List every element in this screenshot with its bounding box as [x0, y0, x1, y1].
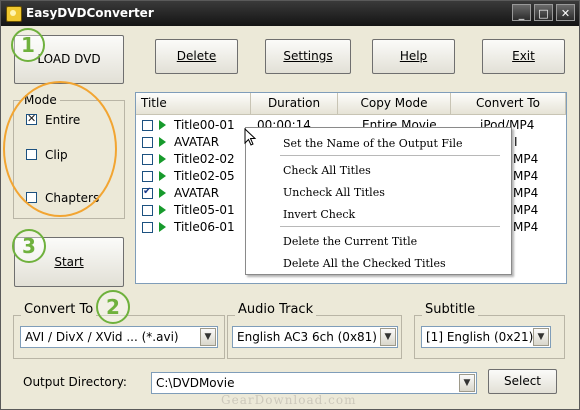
- mode-highlight-ellipse: [3, 81, 117, 217]
- menu-item-invert-check[interactable]: Invert Check: [283, 208, 355, 221]
- row-checkbox[interactable]: [142, 137, 153, 148]
- play-icon[interactable]: [159, 137, 166, 147]
- menu-item-check-all[interactable]: Check All Titles: [283, 164, 371, 177]
- exit-label: Exit: [512, 49, 535, 63]
- row-title: Title00-01: [174, 118, 235, 132]
- column-header-title[interactable]: Title: [136, 93, 251, 115]
- convert-to-value: AVI / DivX / XVid ... (*.avi): [25, 330, 179, 344]
- audio-track-value: English AC3 6ch (0x81): [237, 330, 377, 344]
- row-convert-to: MP4: [513, 203, 539, 217]
- play-icon[interactable]: [159, 154, 166, 164]
- step-1-marker: 1: [11, 28, 45, 62]
- delete-button[interactable]: Delete: [155, 39, 238, 74]
- chevron-down-icon[interactable]: ▼: [380, 328, 396, 346]
- output-directory-value: C:\DVDMovie: [156, 376, 235, 390]
- row-checkbox[interactable]: [142, 186, 153, 199]
- play-icon[interactable]: [159, 205, 166, 215]
- maximize-button[interactable]: □: [534, 4, 553, 21]
- exit-button[interactable]: Exit: [482, 39, 565, 74]
- row-title: Title05-01: [174, 203, 235, 217]
- row-convert-to: MP4: [513, 152, 539, 166]
- app-icon: [6, 6, 22, 22]
- row-convert-to: I: [514, 135, 518, 149]
- menu-item-uncheck-all[interactable]: Uncheck All Titles: [283, 186, 385, 199]
- row-checkbox[interactable]: [142, 205, 153, 216]
- convert-to-label: Convert To: [21, 302, 97, 317]
- close-button[interactable]: ✕: [556, 4, 575, 21]
- row-convert-to: MP4: [513, 169, 539, 183]
- play-icon[interactable]: [159, 120, 166, 130]
- column-header-filler: [566, 93, 567, 115]
- mouse-pointer-icon: [244, 128, 257, 146]
- convert-to-select[interactable]: AVI / DivX / XVid ... (*.avi) ▼: [20, 326, 218, 348]
- settings-label: Settings: [283, 49, 333, 63]
- watermark: GearDownload.com: [221, 393, 357, 407]
- help-label: Help: [399, 49, 428, 63]
- subtitle-select[interactable]: [1] English (0x21) ▼: [421, 326, 551, 348]
- column-header-duration[interactable]: Duration: [251, 93, 338, 115]
- start-label: Start: [54, 255, 84, 269]
- minimize-button[interactable]: _: [512, 4, 531, 21]
- output-directory-label: Output Directory:: [23, 375, 127, 389]
- menu-item-delete-checked[interactable]: Delete All the Checked Titles: [283, 257, 446, 270]
- row-checkbox[interactable]: [142, 154, 153, 165]
- select-directory-button[interactable]: Select: [488, 369, 557, 394]
- step-2-marker: 2: [96, 290, 130, 324]
- output-directory-select[interactable]: C:\DVDMovie ▼: [151, 372, 477, 394]
- row-title: AVATAR: [174, 186, 220, 200]
- settings-button[interactable]: Settings: [265, 39, 351, 74]
- menu-item-delete-current[interactable]: Delete the Current Title: [283, 235, 417, 248]
- row-checkbox[interactable]: [142, 120, 153, 131]
- play-icon[interactable]: [159, 171, 166, 181]
- context-menu: Set the Name of the Output File Check Al…: [245, 127, 512, 275]
- row-title: Title06-01: [174, 220, 235, 234]
- row-convert-to: MP4: [513, 186, 539, 200]
- load-dvd-label: LOAD DVD: [37, 52, 101, 66]
- column-header-convert-to[interactable]: Convert To: [451, 93, 566, 115]
- chevron-down-icon[interactable]: ▼: [200, 328, 216, 346]
- menu-separator: [280, 226, 500, 227]
- play-icon[interactable]: [159, 222, 166, 232]
- app-window: EasyDVDConverter _ □ ✕ LOAD DVD Delete S…: [0, 0, 580, 410]
- column-header-copy-mode[interactable]: Copy Mode: [338, 93, 451, 115]
- select-label: Select: [503, 374, 542, 388]
- step-3-marker: 3: [12, 229, 46, 263]
- row-checkbox[interactable]: [142, 222, 153, 233]
- row-title: Title02-05: [174, 169, 235, 183]
- audio-track-label: Audio Track: [235, 302, 317, 317]
- row-convert-to: MP4: [513, 220, 539, 234]
- row-title: AVATAR: [174, 135, 220, 149]
- subtitle-label: Subtitle: [422, 302, 479, 317]
- row-checkbox[interactable]: [142, 171, 153, 182]
- window-title: EasyDVDConverter: [26, 6, 154, 20]
- menu-separator: [280, 155, 500, 156]
- menu-item-set-output-name[interactable]: Set the Name of the Output File: [283, 137, 463, 150]
- chevron-down-icon[interactable]: ▼: [459, 374, 475, 392]
- row-title: Title02-02: [174, 152, 235, 166]
- subtitle-value: [1] English (0x21): [426, 330, 534, 344]
- title-bar[interactable]: EasyDVDConverter _ □ ✕: [1, 1, 579, 26]
- chevron-down-icon[interactable]: ▼: [533, 328, 549, 346]
- audio-track-select[interactable]: English AC3 6ch (0x81) ▼: [232, 326, 398, 348]
- delete-label: Delete: [176, 49, 217, 63]
- help-button[interactable]: Help: [372, 39, 455, 74]
- play-icon[interactable]: [159, 188, 166, 198]
